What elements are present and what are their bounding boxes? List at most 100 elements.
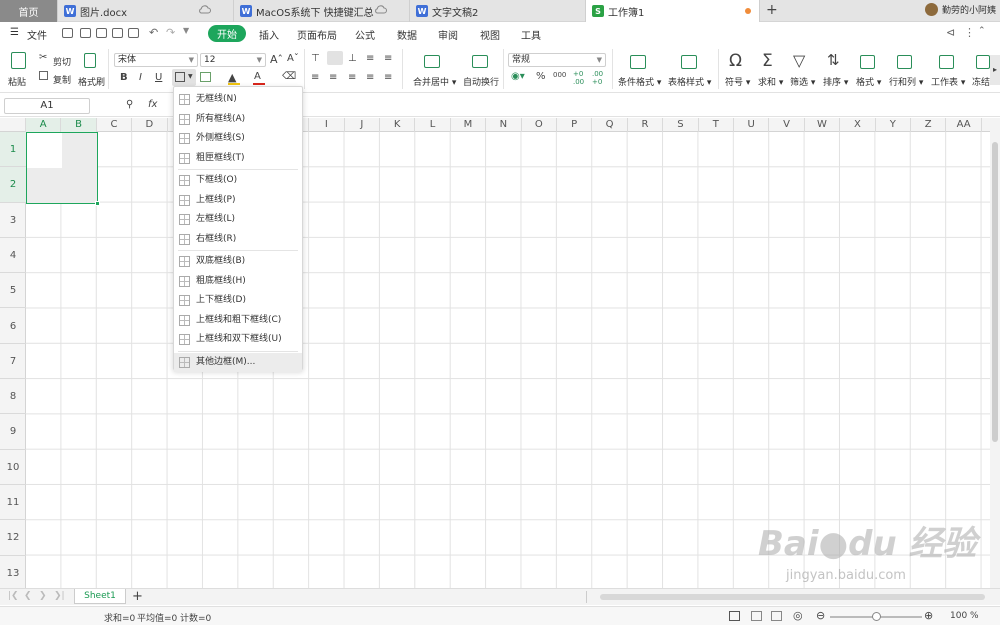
align-bottom-icon[interactable]: ⊥ xyxy=(348,53,357,64)
menu-tools[interactable]: 工具 xyxy=(521,27,541,42)
save-icon[interactable] xyxy=(80,28,91,38)
sort-button[interactable]: 排序 ▾ xyxy=(823,75,848,88)
clear-format-icon[interactable]: ⌫ xyxy=(282,71,296,82)
cut-button[interactable]: 剪切 xyxy=(53,55,71,68)
column-header-r[interactable]: R xyxy=(628,118,664,132)
ribbon-scroll-right-icon[interactable]: ▸ xyxy=(990,55,1000,85)
zoom-out-icon[interactable]: ⊖ xyxy=(816,609,825,622)
thousands-button[interactable]: 000 xyxy=(553,71,566,79)
menu-file[interactable]: 文件 xyxy=(27,27,47,42)
sum-button[interactable]: 求和 ▾ xyxy=(758,75,783,88)
normal-view-icon[interactable] xyxy=(729,611,740,621)
column-header-w[interactable]: W xyxy=(805,118,841,132)
font-name-select[interactable]: 宋体 ▼ xyxy=(114,53,198,67)
column-header-l[interactable]: L xyxy=(415,118,451,132)
column-header-p[interactable]: P xyxy=(557,118,593,132)
menu-home[interactable]: 开始 xyxy=(208,25,246,42)
active-cell-a1[interactable] xyxy=(27,133,62,168)
border-menu-item[interactable]: 其他边框(M)... xyxy=(174,352,302,372)
border-menu-item[interactable]: 所有框线(A) xyxy=(174,110,302,129)
merge-center-button[interactable]: 合并居中 ▾ xyxy=(413,75,456,88)
currency-icon[interactable]: ◉▾ xyxy=(511,71,525,82)
hamburger-menu-icon[interactable]: ☰ xyxy=(10,27,19,38)
paste-button[interactable]: 粘贴 xyxy=(8,75,26,88)
number-format-select[interactable]: 常规 ▼ xyxy=(508,53,606,67)
border-menu-item[interactable]: 上下框线(D) xyxy=(174,291,302,310)
border-menu-item[interactable]: 无框线(N) xyxy=(174,90,302,109)
page-layout-view-icon[interactable] xyxy=(751,611,762,621)
worksheet-button[interactable]: 工作表 ▾ xyxy=(931,75,965,88)
column-header-b[interactable]: B xyxy=(61,118,97,132)
border-menu-item[interactable]: 双底框线(B) xyxy=(174,252,302,271)
border-menu-item[interactable]: 上框线和粗下框线(C) xyxy=(174,311,302,330)
quick-access-dropdown-icon[interactable]: ▼ xyxy=(183,26,189,35)
font-color-icon[interactable]: A xyxy=(254,71,261,82)
column-header-aa[interactable]: AA xyxy=(946,118,982,132)
cell-style-icon[interactable] xyxy=(200,72,211,82)
increase-font-icon[interactable]: Aˆ xyxy=(270,53,283,66)
chevron-down-icon[interactable]: ▼ xyxy=(188,73,193,80)
add-sheet-plus-icon[interactable]: + xyxy=(132,589,143,604)
copy-icon[interactable] xyxy=(39,71,48,80)
sort-icon[interactable]: ⇅ xyxy=(827,51,840,69)
column-header-x[interactable]: X xyxy=(840,118,876,132)
format-button[interactable]: 格式 ▾ xyxy=(856,75,881,88)
column-header-i[interactable]: I xyxy=(309,118,345,132)
align-right-icon[interactable]: ≡ xyxy=(348,72,356,83)
italic-button[interactable]: I xyxy=(139,72,142,83)
tab-home[interactable]: 首页 xyxy=(0,0,58,22)
menu-review[interactable]: 审阅 xyxy=(438,27,458,42)
border-menu-item[interactable]: 外侧框线(S) xyxy=(174,129,302,148)
conditional-format-button[interactable]: 条件格式 ▾ xyxy=(618,75,661,88)
column-header-z[interactable]: Z xyxy=(911,118,947,132)
column-header-k[interactable]: K xyxy=(380,118,416,132)
format-painter-button[interactable]: 格式刷 xyxy=(78,75,105,88)
underline-button[interactable]: U xyxy=(155,72,162,83)
column-header-y[interactable]: Y xyxy=(876,118,911,132)
redo-icon[interactable]: ↷ xyxy=(166,26,175,39)
menu-data[interactable]: 数据 xyxy=(397,27,417,42)
percent-button[interactable]: % xyxy=(536,71,546,82)
next-sheet-icon[interactable]: ❯ xyxy=(39,591,47,601)
menu-page-layout[interactable]: 页面布局 xyxy=(297,27,337,42)
align-center-icon[interactable]: ≡ xyxy=(329,72,337,83)
row-header-6[interactable]: 6 xyxy=(0,309,26,344)
indent-icon[interactable]: ≡ xyxy=(384,53,392,64)
zoom-in-icon[interactable]: ⊕ xyxy=(924,609,933,622)
column-header-u[interactable]: U xyxy=(734,118,770,132)
page-break-view-icon[interactable] xyxy=(771,611,782,621)
function-fx-icon[interactable]: fx xyxy=(148,99,157,110)
column-header-n[interactable]: N xyxy=(486,118,522,132)
wrap-text-icon[interactable] xyxy=(472,55,488,68)
scrollbar-thumb[interactable] xyxy=(992,142,998,442)
row-header-3[interactable]: 3 xyxy=(0,203,26,238)
menu-formula[interactable]: 公式 xyxy=(355,27,375,42)
selected-range-a1-b2[interactable] xyxy=(26,132,98,204)
border-menu-item[interactable]: 粗匣框线(T) xyxy=(174,149,302,168)
name-box[interactable]: A1 xyxy=(4,98,90,114)
font-size-select[interactable]: 12 ▼ xyxy=(200,53,266,67)
zoom-level[interactable]: 100 % xyxy=(950,611,979,621)
row-header-10[interactable]: 10 xyxy=(0,450,26,485)
menu-insert[interactable]: 插入 xyxy=(259,27,279,42)
justify-icon[interactable]: ≡ xyxy=(366,72,374,83)
row-header-12[interactable]: 12 xyxy=(0,520,26,556)
scissors-icon[interactable]: ✂ xyxy=(39,52,47,63)
border-menu-item[interactable]: 粗底框线(H) xyxy=(174,272,302,291)
column-header-c[interactable]: C xyxy=(97,118,133,132)
copy-button[interactable]: 复制 xyxy=(53,73,71,86)
fill-handle[interactable] xyxy=(95,201,100,206)
last-sheet-icon[interactable]: ❯| xyxy=(54,591,65,601)
user-account[interactable]: 勤劳的小阿姨 xyxy=(924,3,996,16)
tab-doc-macos-shortcuts[interactable]: W MacOS系统下 快捷键汇总 xyxy=(234,0,410,22)
text-orientation-icon[interactable]: ≡ xyxy=(366,53,374,64)
collapse-ribbon-icon[interactable]: ⌃ xyxy=(978,26,986,36)
worksheet-icon[interactable] xyxy=(939,55,954,69)
distributed-icon[interactable]: ≡ xyxy=(384,72,392,83)
row-header-11[interactable]: 11 xyxy=(0,485,26,521)
column-header-q[interactable]: Q xyxy=(592,118,628,132)
print-icon[interactable] xyxy=(112,28,123,38)
zoom-lookup-icon[interactable]: ⚲ xyxy=(126,99,133,110)
border-menu-item[interactable]: 左框线(L) xyxy=(174,210,302,229)
freeze-button[interactable]: 冻结 xyxy=(972,75,990,88)
